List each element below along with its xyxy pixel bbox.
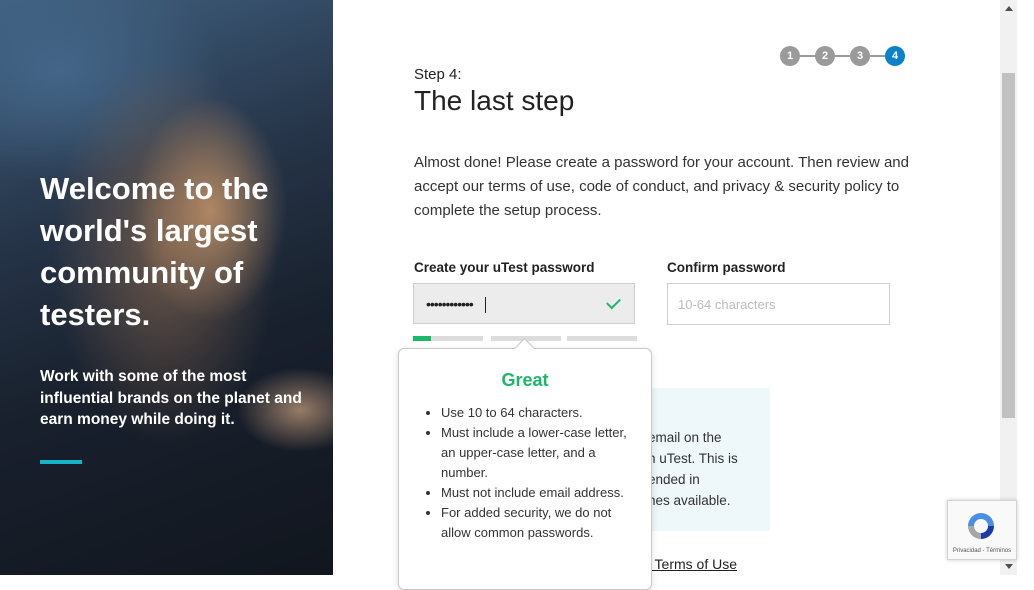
recaptcha-footer: Privacidad - Términos (952, 548, 1012, 554)
info-line-4: nes available. (648, 493, 731, 508)
tooltip-arrow (513, 337, 536, 360)
text-caret (485, 297, 486, 313)
password-rules-tooltip: Great Use 10 to 64 characters. Must incl… (398, 337, 652, 590)
password-value: •••••••••••• (426, 296, 474, 312)
hero-panel: Welcome to the world's largest community… (0, 0, 333, 575)
step-2: 2 (815, 46, 835, 66)
step-indicator: 1 2 3 4 (780, 46, 906, 66)
info-line-1: email on the (648, 430, 722, 445)
recaptcha-badge[interactable]: Privacidad - Términos (947, 500, 1017, 560)
rule-item: Use 10 to 64 characters. (441, 403, 636, 423)
confirm-password-label: Confirm password (667, 260, 786, 275)
scrollbar-thumb[interactable] (1002, 73, 1015, 418)
step-3: 3 (850, 46, 870, 66)
rule-item: For added security, we do not allow comm… (441, 503, 636, 543)
page-title: The last step (414, 85, 575, 116)
step-label: Step 4: (414, 66, 462, 83)
scroll-down-icon[interactable] (1005, 564, 1013, 569)
scrollbar[interactable] (1000, 0, 1017, 575)
hero-subtitle: Work with some of the most influential b… (40, 368, 302, 428)
hero-title: Welcome to the world's largest community… (40, 171, 269, 332)
check-icon (606, 294, 621, 310)
confirm-password-field[interactable] (667, 283, 890, 325)
password-field[interactable]: •••••••••••• (413, 283, 635, 324)
hero-accent-bar (40, 460, 82, 464)
strength-heading: Great (501, 370, 549, 390)
strength-meter-segment-3 (567, 336, 637, 341)
recaptcha-icon (968, 513, 994, 539)
step-connector (790, 55, 896, 57)
info-line-3: ended in (648, 472, 700, 487)
strength-meter-fill (413, 336, 431, 341)
rule-item: Must include a lower-case letter, an upp… (441, 423, 636, 483)
step-1: 1 (780, 46, 800, 66)
password-rules-list: Use 10 to 64 characters. Must include a … (422, 403, 636, 543)
terms-of-use-link[interactable]: st Terms of Use (640, 556, 737, 572)
password-label: Create your uTest password (414, 260, 595, 275)
intro-text: Almost done! Please create a password fo… (414, 154, 909, 219)
scroll-up-icon[interactable] (1005, 6, 1013, 11)
step-4: 4 (885, 46, 905, 66)
strength-meter-segment-1 (413, 336, 483, 341)
rule-item: Must not include email address. (441, 483, 636, 503)
info-line-2: n uTest. This is (648, 451, 738, 466)
